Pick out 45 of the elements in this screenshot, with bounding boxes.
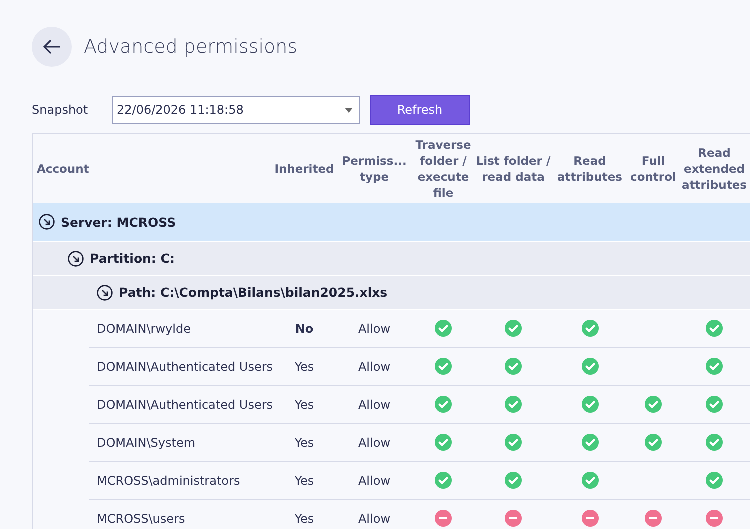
account-cell-text: MCROSS\users	[96, 512, 186, 526]
account-cell-text: DOMAIN\System	[96, 436, 196, 450]
expanded-icon	[39, 214, 55, 230]
type-cell: Allow	[358, 322, 391, 336]
column-header[interactable]: Full control	[629, 152, 678, 184]
refresh-button[interactable]: Refresh	[370, 95, 470, 125]
expand-toggle[interactable]	[39, 214, 55, 230]
tree-group-row[interactable]: Server: MCROSS	[33, 203, 750, 242]
column-header[interactable]: Read extended attributes	[678, 144, 750, 192]
inherited-cell: Yes	[294, 436, 314, 450]
snapshot-dropdown[interactable]: 22/06/2026 11:18:58	[112, 96, 360, 124]
column-header[interactable]: List folder / read data	[476, 152, 551, 184]
type-cell: Allow	[358, 398, 391, 412]
back-arrow-icon	[43, 39, 61, 55]
account-cell-text: DOMAIN\rwylde	[96, 322, 191, 336]
inherited-cell: No	[295, 322, 314, 336]
type-cell: Allow	[358, 360, 391, 374]
column-header[interactable]: Account	[33, 160, 271, 176]
page-title: Advanced permissions	[84, 36, 298, 58]
column-header[interactable]: Read attributes	[551, 152, 629, 184]
column-header[interactable]: Permiss... type	[338, 152, 411, 184]
inherited-cell: Yes	[294, 398, 314, 412]
expand-toggle[interactable]	[68, 250, 84, 266]
snapshot-label: Snapshot	[32, 103, 90, 117]
type-cell: Allow	[358, 474, 391, 488]
inherited-cell: Yes	[294, 474, 314, 488]
inherited-cell: Yes	[294, 360, 314, 374]
back-button[interactable]	[32, 27, 72, 67]
group-label: Server: MCROSS	[61, 214, 176, 230]
inherited-cell: Yes	[294, 512, 314, 526]
expanded-icon	[97, 284, 113, 300]
tree-group-row[interactable]: Path: C:\Compta\Bilans\bilan2025.xlxs	[33, 276, 750, 310]
dropdown-caret-icon	[345, 108, 353, 112]
column-header[interactable]: Inherited	[274, 160, 334, 176]
type-cell: Allow	[358, 512, 391, 526]
type-cell: Allow	[358, 436, 391, 450]
account-cell-text: DOMAIN\Authenticated Users	[96, 360, 274, 374]
account-cell-text: MCROSS\administrators	[96, 474, 240, 488]
group-label: Partition: C:	[90, 251, 175, 266]
expand-toggle[interactable]	[97, 284, 113, 300]
account-cell-text: DOMAIN\Authenticated Users	[96, 398, 274, 412]
group-label: Path: C:\Compta\Bilans\bilan2025.xlxs	[119, 285, 388, 300]
expanded-icon	[68, 250, 84, 266]
tree-group-row[interactable]: Partition: C:	[33, 242, 750, 276]
column-header[interactable]: Traverse folder / execute file	[411, 136, 476, 200]
